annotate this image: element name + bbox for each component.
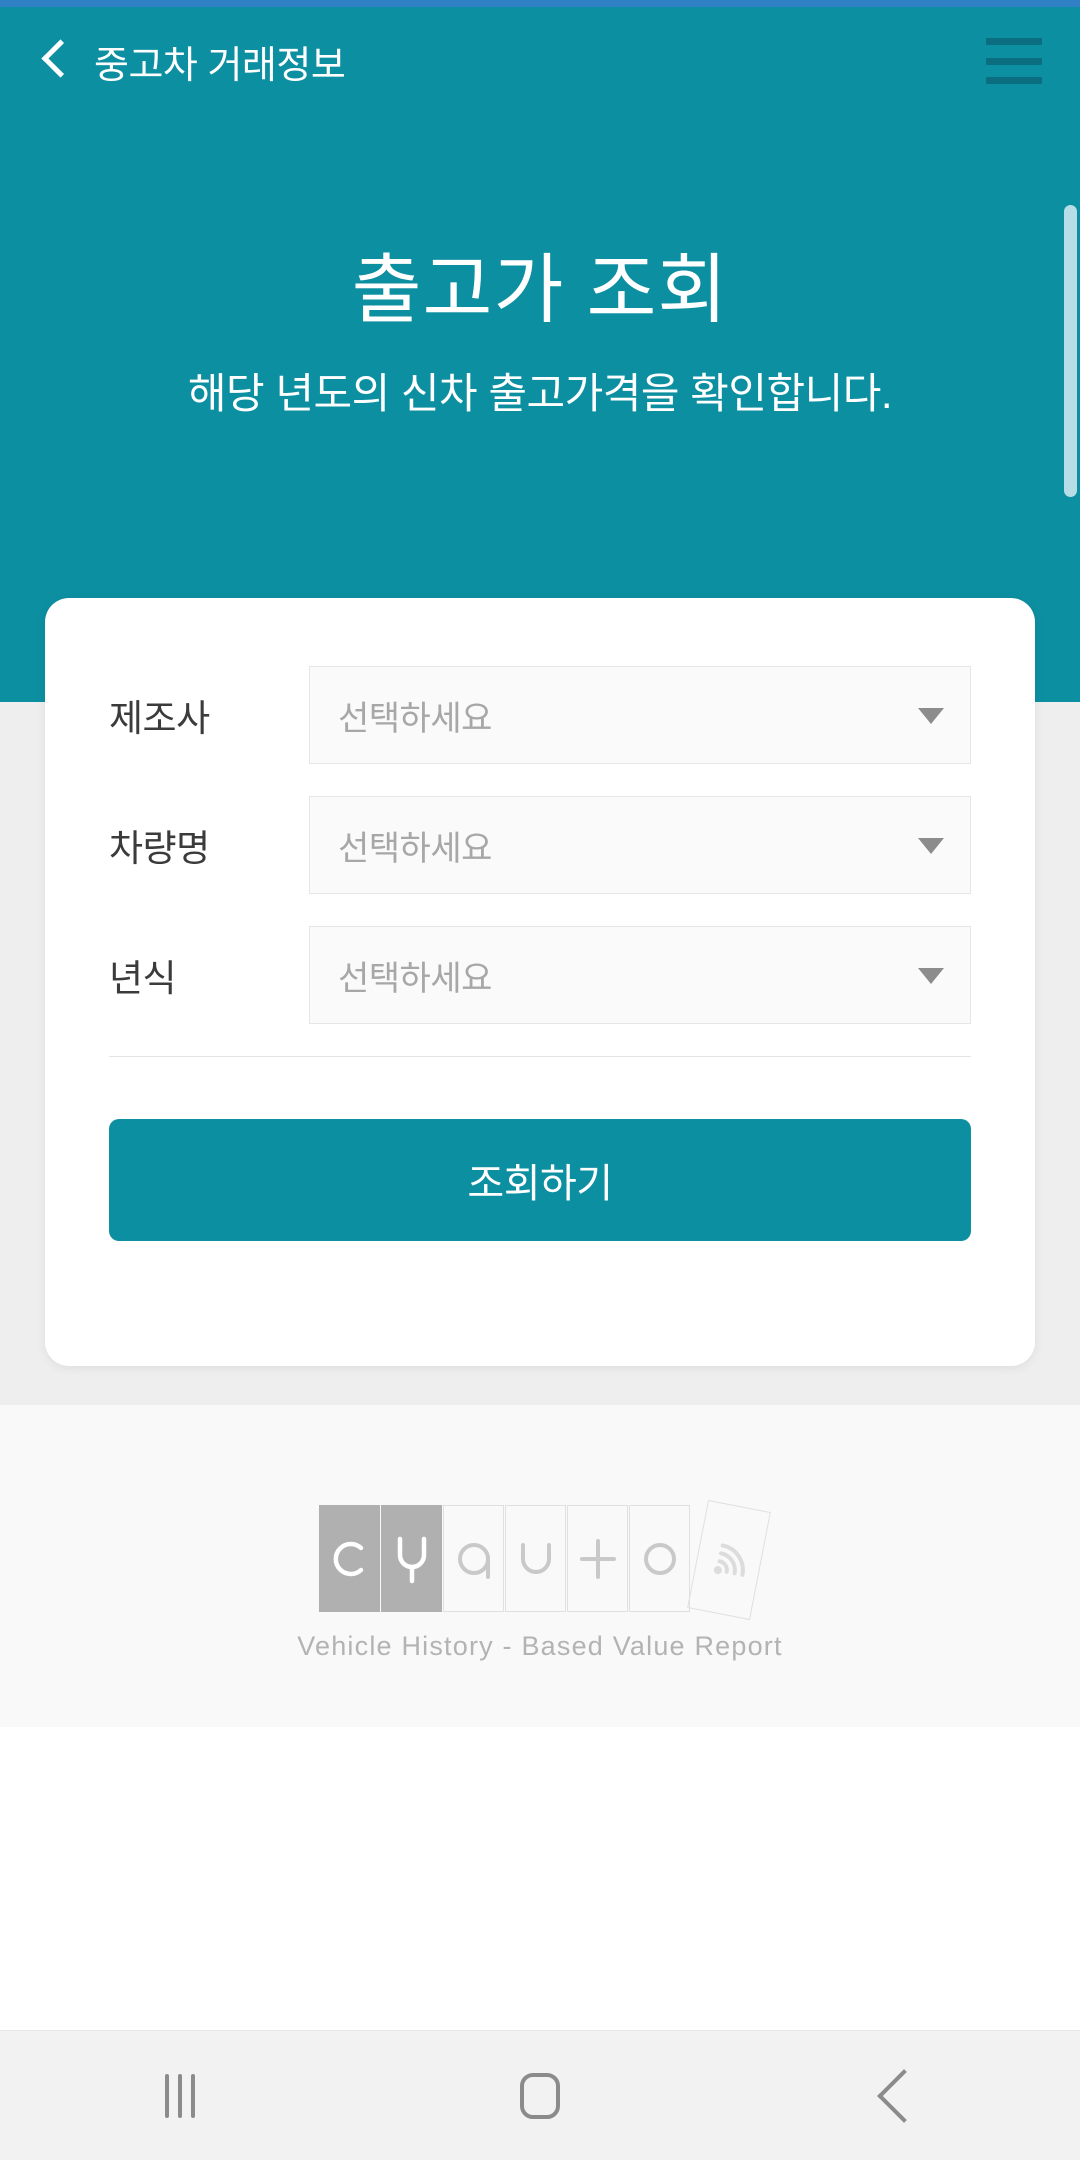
chevron-down-icon bbox=[918, 838, 944, 854]
recents-button[interactable] bbox=[0, 2031, 360, 2160]
letter-y-icon bbox=[397, 1536, 426, 1583]
logo-tile-c bbox=[319, 1505, 380, 1612]
hamburger-bar bbox=[986, 38, 1042, 45]
year-label: 년식 bbox=[109, 958, 177, 999]
logo-tile-a bbox=[443, 1505, 504, 1612]
signal-wave-icon bbox=[687, 1499, 771, 1621]
hero-subtitle: 해당 년도의 신차 출고가격을 확인합니다. bbox=[187, 370, 893, 417]
app-bar: 중고차 거래정보 bbox=[0, 7, 1080, 115]
model-label: 차량명 bbox=[109, 828, 210, 869]
logo-tile-t bbox=[567, 1505, 628, 1612]
manufacturer-label: 제조사 bbox=[109, 698, 210, 739]
logo-tagline: Vehicle History - Based Value Report bbox=[297, 1631, 783, 1661]
hamburger-bar bbox=[986, 77, 1042, 84]
recents-bar bbox=[191, 2073, 195, 2118]
letter-u-icon bbox=[520, 1542, 551, 1574]
vertical-scrollbar-thumb[interactable] bbox=[1064, 205, 1077, 497]
brand-logo: Vehicle History - Based Value Report bbox=[0, 1499, 1080, 1662]
status-bar-strip bbox=[0, 0, 1080, 7]
home-icon bbox=[520, 2072, 560, 2119]
model-select[interactable]: 선택하세요 bbox=[309, 796, 971, 894]
page-title: 중고차 거래정보 bbox=[94, 44, 346, 87]
letter-c-icon bbox=[333, 1541, 363, 1576]
back-chevron-icon[interactable] bbox=[36, 33, 78, 89]
form-row-model: 차량명 선택하세요 bbox=[109, 796, 971, 894]
hero-title: 출고가 조회 bbox=[351, 248, 729, 333]
search-form-card: 제조사 선택하세요 차량명 선택하세요 년식 선택하세요 조회하기 bbox=[45, 598, 1035, 1366]
model-select-value: 선택하세요 bbox=[338, 829, 492, 868]
chevron-down-icon bbox=[918, 968, 944, 984]
form-row-manufacturer: 제조사 선택하세요 bbox=[109, 666, 971, 764]
logo-tile-o bbox=[629, 1505, 690, 1612]
form-row-year: 년식 선택하세요 bbox=[109, 926, 971, 1024]
back-icon bbox=[877, 2068, 931, 2123]
year-select[interactable]: 선택하세요 bbox=[309, 926, 971, 1024]
manufacturer-select[interactable]: 선택하세요 bbox=[309, 666, 971, 764]
search-submit-button[interactable]: 조회하기 bbox=[109, 1119, 971, 1241]
hamburger-menu-icon[interactable] bbox=[986, 38, 1042, 84]
manufacturer-select-value: 선택하세요 bbox=[338, 699, 492, 738]
chevron-down-icon bbox=[918, 708, 944, 724]
hamburger-bar bbox=[986, 57, 1042, 65]
letter-o-icon bbox=[643, 1542, 676, 1575]
logo-tile-u bbox=[505, 1505, 566, 1612]
letter-a-icon bbox=[457, 1542, 490, 1579]
letter-t-icon bbox=[579, 1538, 616, 1579]
year-select-value: 선택하세요 bbox=[338, 959, 492, 998]
recents-bar bbox=[165, 2073, 169, 2118]
system-navigation-bar bbox=[0, 2030, 1080, 2160]
logo-tile-y bbox=[381, 1505, 442, 1612]
logo-mark bbox=[319, 1499, 771, 1621]
back-button[interactable] bbox=[720, 2031, 1080, 2160]
page-bottom-background bbox=[0, 1727, 1080, 2030]
recents-bar bbox=[178, 2073, 182, 2118]
form-divider bbox=[109, 1056, 971, 1057]
recents-icon bbox=[165, 2073, 195, 2118]
home-button[interactable] bbox=[360, 2031, 720, 2160]
